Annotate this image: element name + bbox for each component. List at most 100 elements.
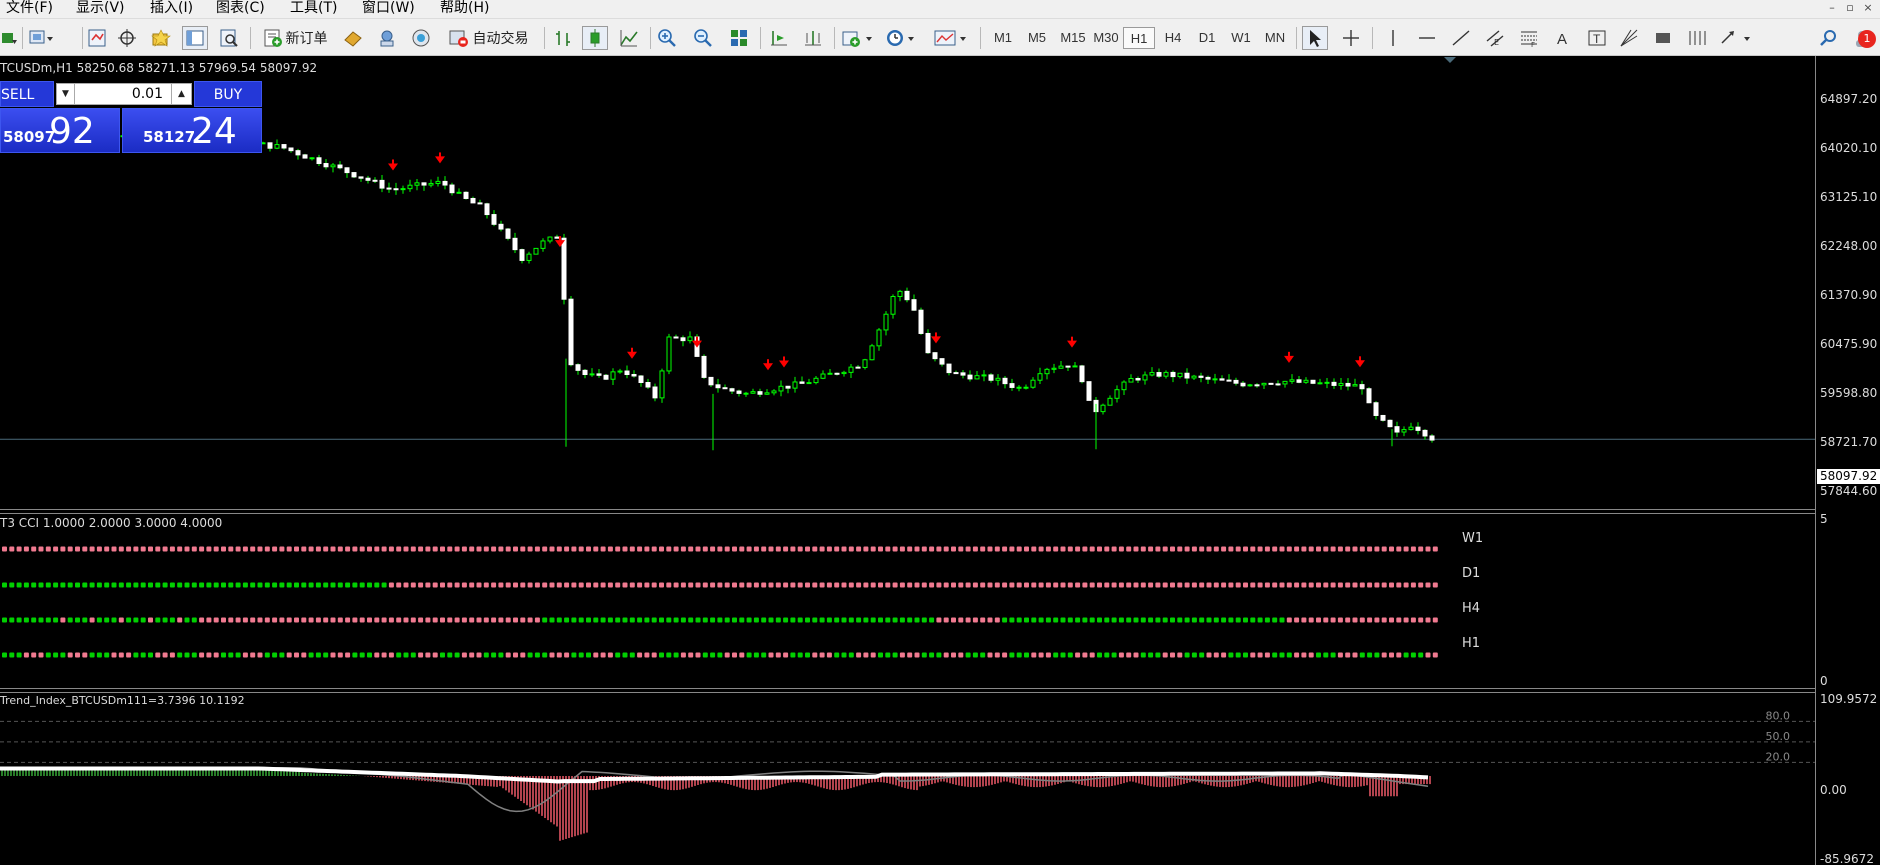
- trendline-icon[interactable]: [1448, 26, 1474, 50]
- horizontal-line-icon[interactable]: [1414, 26, 1440, 50]
- candlestick-chart-icon[interactable]: [582, 26, 608, 50]
- cci-dot: [783, 546, 789, 552]
- timeframe-h1[interactable]: H1: [1123, 27, 1155, 49]
- buy-price-prefix: 58127: [143, 128, 196, 146]
- cci-dot: [972, 546, 978, 552]
- data-window-icon[interactable]: [114, 26, 140, 50]
- cci-dot: [863, 582, 869, 588]
- trend-index-indicator[interactable]: 80.0 50.0 20.0 Trend_Index_BTCUSDm111=3.73…: [0, 692, 1815, 865]
- timeframe-d1[interactable]: D1: [1191, 27, 1223, 49]
- cycle-lines-icon[interactable]: [1684, 26, 1710, 50]
- candle-body: [813, 377, 819, 384]
- price-axis[interactable]: 64897.20 64020.10 63125.10 62248.00 6137…: [1815, 56, 1880, 865]
- metaeditor-icon[interactable]: [340, 26, 366, 50]
- lot-size-field[interactable]: ▼ 0.01 ▲: [56, 83, 192, 105]
- terminal-icon[interactable]: [182, 26, 208, 50]
- cci-dot: [870, 652, 876, 658]
- cci-dot: [206, 546, 212, 552]
- timeframe-m5[interactable]: M5: [1021, 27, 1053, 49]
- cci-dot: [680, 652, 686, 658]
- rectangle-icon[interactable]: [1650, 26, 1676, 50]
- market-icon[interactable]: [408, 26, 434, 50]
- candle-body: [351, 172, 357, 178]
- cci-dot: [856, 652, 862, 658]
- menu-insert[interactable]: 插入(I): [150, 0, 193, 19]
- strategy-tester-icon[interactable]: [216, 26, 242, 50]
- toolbar-separator: [650, 27, 651, 49]
- timeframe-w1[interactable]: W1: [1225, 27, 1257, 49]
- sell-button[interactable]: SELL: [0, 81, 54, 107]
- cci-dot: [1425, 652, 1431, 658]
- cci-dot: [483, 652, 489, 658]
- mt4-terminal: 文件(F) 显示(V) 插入(I) 图表(C) 工具(T) 窗口(W) 帮助(H…: [0, 0, 1880, 865]
- menu-view[interactable]: 显示(V): [76, 0, 125, 19]
- navigator-icon[interactable]: [148, 26, 174, 50]
- close-icon[interactable]: ×: [1860, 1, 1876, 16]
- cci-dot: [440, 617, 445, 623]
- timeframe-m1[interactable]: M1: [987, 27, 1019, 49]
- signals-icon[interactable]: [374, 26, 400, 50]
- notifications-button[interactable]: 1: [1850, 26, 1878, 50]
- cci-dot: [1097, 582, 1102, 588]
- cci-dot: [1250, 617, 1256, 623]
- toolbar-separator: [760, 27, 761, 49]
- line-chart-icon[interactable]: [616, 26, 642, 50]
- menu-tools[interactable]: 工具(T): [290, 0, 337, 19]
- text-tool-icon[interactable]: A: [1550, 26, 1576, 50]
- cci-dot: [702, 582, 708, 588]
- cci-dot: [1228, 582, 1234, 588]
- new-chart-icon[interactable]: [0, 26, 18, 50]
- minimize-icon[interactable]: –: [1824, 1, 1840, 16]
- menu-help[interactable]: 帮助(H): [440, 0, 489, 19]
- lot-size-value[interactable]: 0.01: [77, 84, 169, 104]
- tile-windows-icon[interactable]: [726, 26, 752, 50]
- gann-fan-icon[interactable]: [1616, 26, 1642, 50]
- text-label-icon[interactable]: T: [1584, 26, 1610, 50]
- price-chart[interactable]: TCUSDm,H1 58250.68 58271.13 57969.54 580…: [0, 57, 1815, 510]
- lot-increase-icon[interactable]: ▲: [171, 84, 191, 104]
- candle-body: [1114, 389, 1120, 399]
- candle-body: [918, 309, 924, 334]
- fibonacci-icon[interactable]: F: [1516, 26, 1542, 50]
- timeframe-m15[interactable]: M15: [1055, 27, 1091, 49]
- menu-charts[interactable]: 图表(C): [216, 0, 265, 19]
- autoscroll-icon[interactable]: [766, 26, 792, 50]
- cci-dot: [1111, 582, 1117, 588]
- lot-dropdown-icon[interactable]: ▼: [57, 84, 75, 104]
- new-order-button[interactable]: 新订单: [258, 26, 332, 50]
- cursor-icon[interactable]: [1302, 26, 1328, 50]
- cci-dot: [279, 617, 285, 623]
- zoom-out-icon[interactable]: [690, 26, 716, 50]
- timeframe-mn[interactable]: MN: [1259, 27, 1291, 49]
- buy-button[interactable]: BUY: [194, 81, 262, 107]
- cci-dot: [834, 652, 840, 658]
- menu-file[interactable]: 文件(F): [6, 0, 53, 19]
- vertical-line-icon[interactable]: [1380, 26, 1406, 50]
- t3-cci-indicator[interactable]: T3 CCI 1.0000 2.0000 3.0000 4.0000 W1 D1…: [0, 513, 1815, 689]
- zoom-in-icon[interactable]: [654, 26, 680, 50]
- cci-dot: [1126, 617, 1132, 623]
- arrows-dropdown[interactable]: [1718, 26, 1758, 50]
- templates-dropdown[interactable]: [932, 26, 972, 50]
- cci-dot: [1118, 617, 1124, 623]
- search-icon[interactable]: [1816, 26, 1842, 50]
- auto-trading-button[interactable]: 自动交易: [442, 26, 534, 50]
- bar-chart-icon[interactable]: [550, 26, 576, 50]
- crosshair-icon[interactable]: [1338, 26, 1364, 50]
- market-watch-icon[interactable]: [84, 26, 110, 50]
- buy-price-quote[interactable]: 58127 24: [122, 108, 262, 153]
- periods-dropdown[interactable]: [884, 26, 920, 50]
- cci-row-label-h4: H4: [1462, 601, 1481, 616]
- cci-dot: [929, 546, 935, 552]
- candle-body: [911, 299, 917, 311]
- restore-icon[interactable]: ▫: [1842, 1, 1858, 16]
- profiles-icon[interactable]: [28, 26, 54, 50]
- equidistant-channel-icon[interactable]: E: [1482, 26, 1508, 50]
- timeframe-h4[interactable]: H4: [1157, 27, 1189, 49]
- sell-price-quote[interactable]: 58097 92: [0, 108, 120, 153]
- menu-window[interactable]: 窗口(W): [362, 0, 415, 19]
- indicators-dropdown[interactable]: [840, 26, 876, 50]
- chart-shift-icon[interactable]: [800, 26, 826, 50]
- timeframe-m30[interactable]: M30: [1089, 27, 1123, 49]
- cci-dot: [330, 652, 336, 658]
